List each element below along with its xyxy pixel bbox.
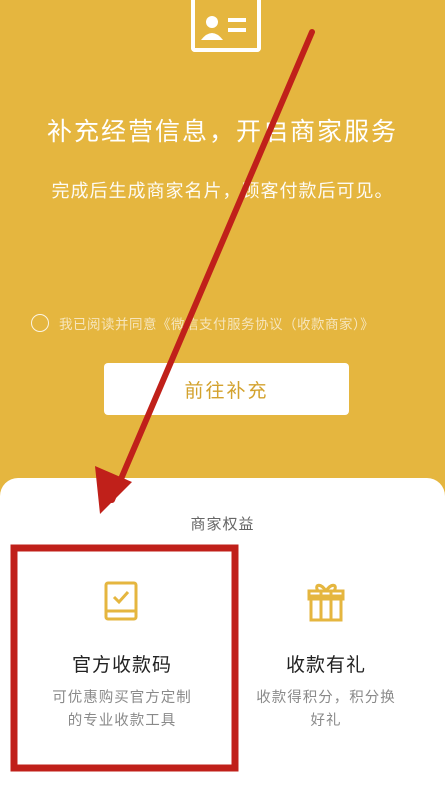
agreement-radio[interactable] <box>31 314 49 332</box>
qr-code-book-icon <box>104 581 138 621</box>
agreement-link[interactable]: 《微信支付服务协议（收款商家）》 <box>157 313 374 333</box>
gift-icon <box>307 583 345 622</box>
business-card-icon <box>191 0 261 52</box>
benefit-desc-line: 的专业收款工具 <box>67 713 177 729</box>
page-subtitle: 完成后生成商家名片，顾客付款后可见。 <box>51 181 394 202</box>
benefit-description: 可优惠购买官方定制 的专业收款工具 <box>22 687 222 733</box>
benefit-title: 官方收款码 <box>71 654 172 676</box>
benefit-desc-line: 收款得积分，积分换 <box>256 690 396 706</box>
benefit-desc-line: 可优惠购买官方定制 <box>52 690 192 706</box>
go-supplement-button[interactable]: 前往补充 <box>104 363 349 415</box>
benefits-title: 商家权益 <box>190 515 255 533</box>
page-title: 补充经营信息，开启商家服务 <box>46 117 398 146</box>
benefit-description: 收款得积分，积分换 好礼 <box>226 687 426 733</box>
benefit-desc-line: 好礼 <box>310 713 342 729</box>
agreement-prefix: 我已阅读并同意 <box>59 317 157 333</box>
benefit-payment-gift[interactable]: 收款有礼 收款得积分，积分换 好礼 <box>226 580 426 733</box>
benefit-title: 收款有礼 <box>285 654 366 676</box>
agreement-row[interactable]: 我已阅读并同意 《微信支付服务协议（收款商家）》 <box>31 312 374 334</box>
benefit-official-qr-code[interactable]: 官方收款码 可优惠购买官方定制 的专业收款工具 <box>22 580 222 733</box>
header-background <box>0 0 445 500</box>
